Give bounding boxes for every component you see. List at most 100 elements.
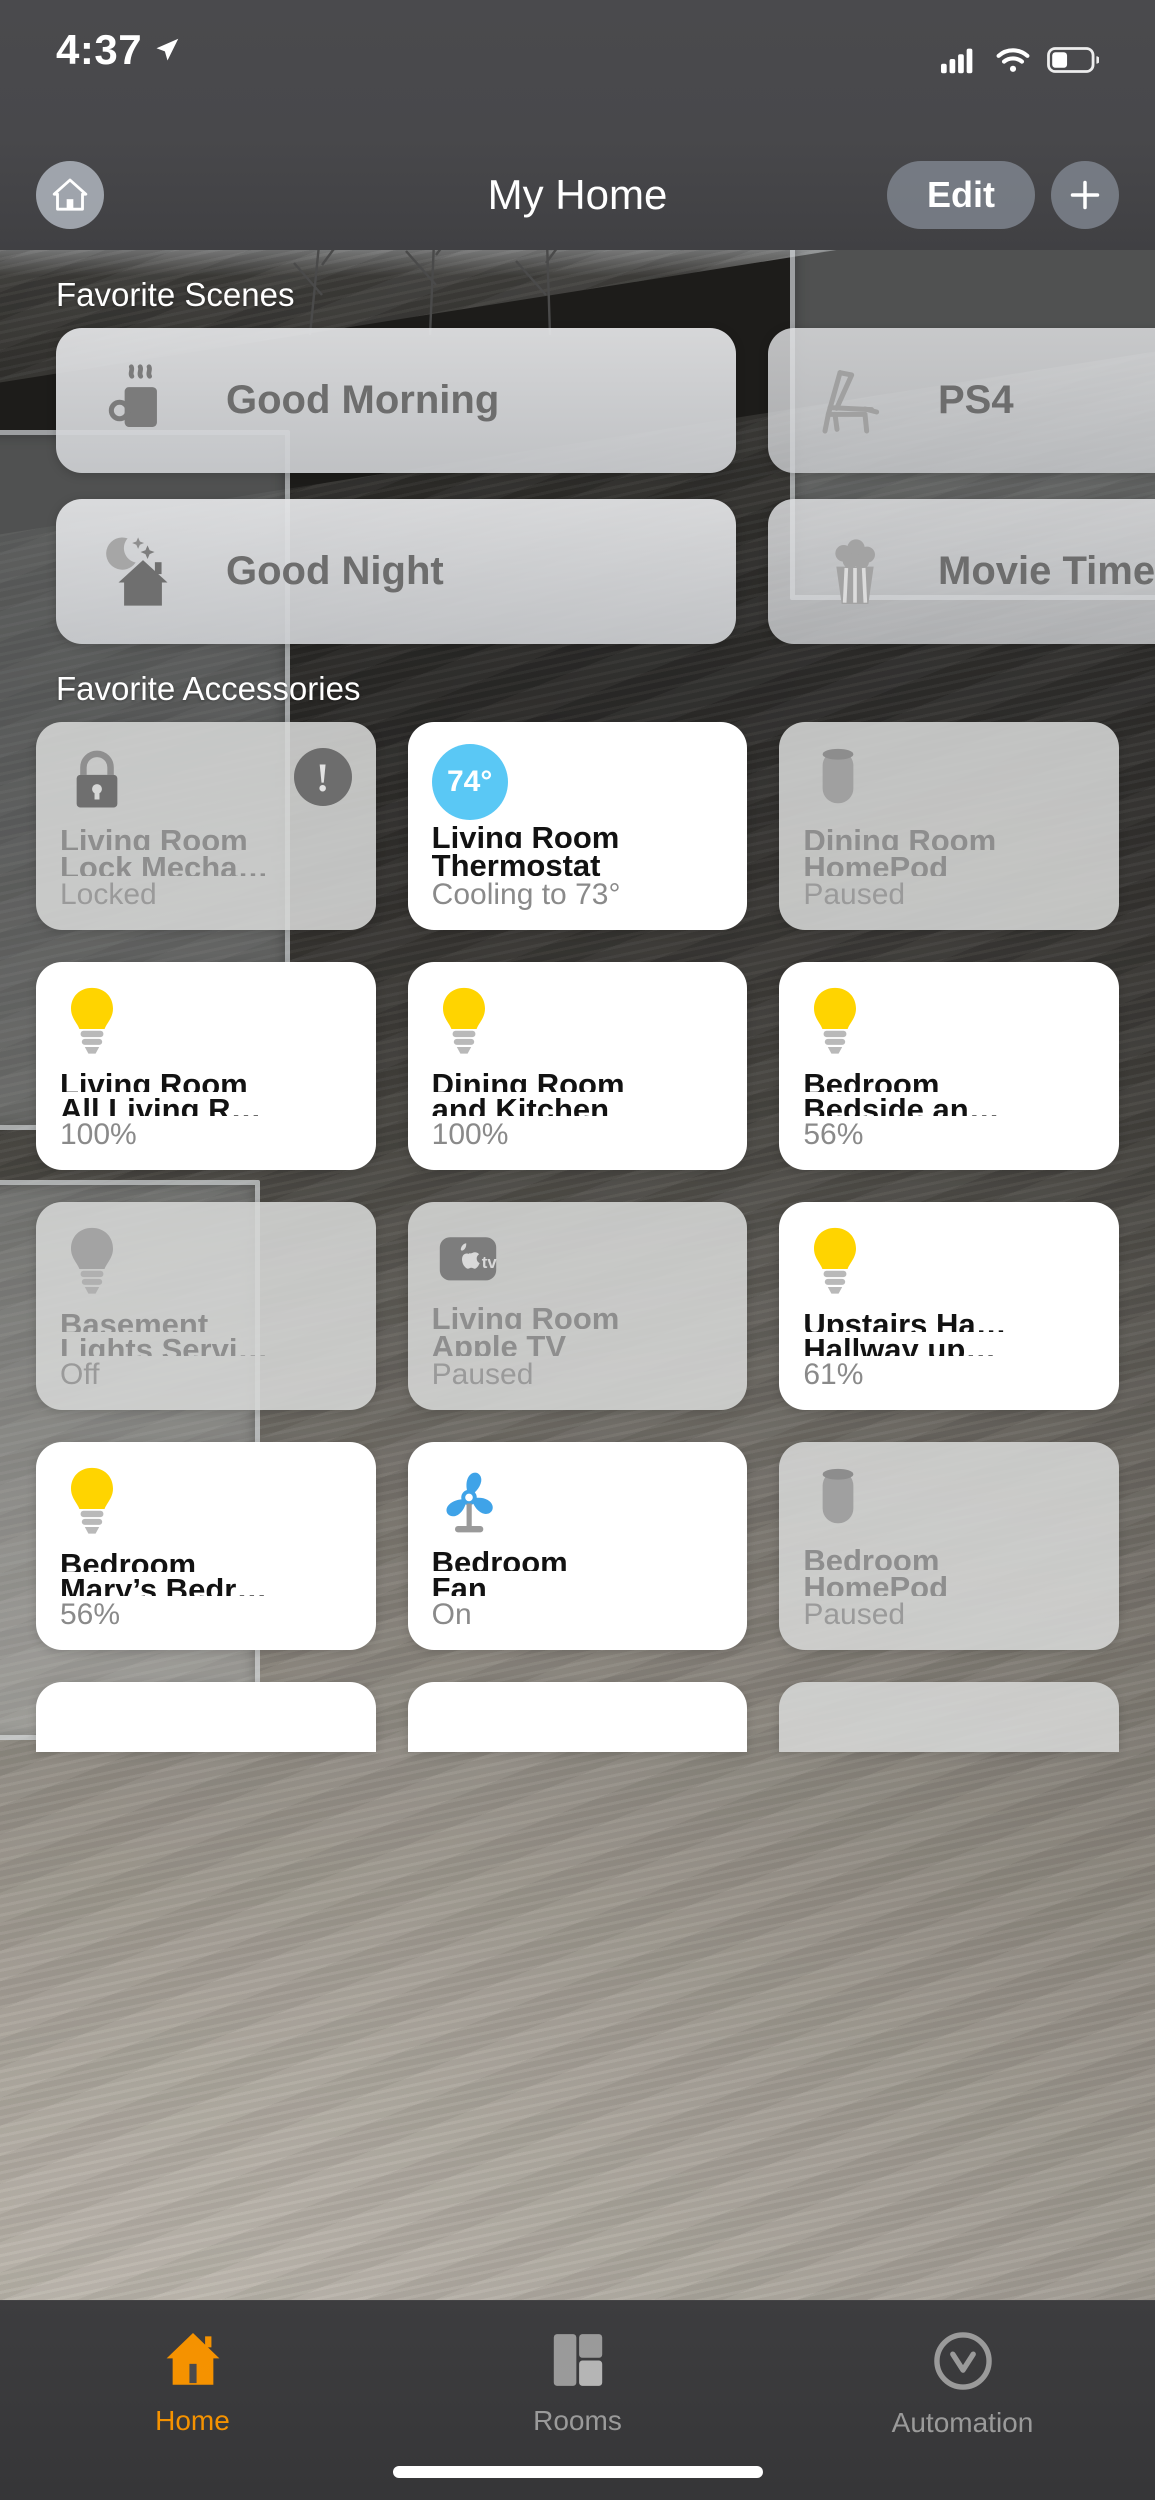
accessory-status: Off xyxy=(60,1358,100,1391)
tab-label: Automation xyxy=(891,2407,1034,2438)
accessory-card-bedroom-homepod[interactable]: Bedroom HomePod Paused xyxy=(779,1442,1119,1650)
plus-icon xyxy=(1070,180,1100,210)
accessory-card-dining-room-kitchen-lights[interactable]: Dining Room and Kitchen 100% xyxy=(407,962,748,1170)
accessory-card-basement-lights[interactable]: Basement Lights Servi… Off xyxy=(36,1202,376,1410)
tab-label: Home xyxy=(155,2405,230,2436)
accessory-name-line1: Bedroom xyxy=(803,1543,940,1570)
alert-badge: ! xyxy=(293,748,352,806)
home-app-screen: My Home Edit 4:37 Favorite Scenes Good M… xyxy=(0,0,1155,2500)
accessory-icon-area xyxy=(803,1464,1095,1543)
scene-label: Movie Time xyxy=(938,549,1155,593)
lightbulb-icon xyxy=(71,1227,113,1294)
moon-stars-house-icon xyxy=(100,529,186,615)
accessory-name-line2: Bedside an… xyxy=(803,1091,1000,1117)
accessory-status: Paused xyxy=(431,1358,534,1391)
accessory-status: 56% xyxy=(60,1598,121,1631)
accessory-card-partial-1[interactable] xyxy=(36,1682,376,1752)
accessory-name-line2: All Living R… xyxy=(60,1091,262,1117)
accessory-card-bedroom-marys-light[interactable]: Bedroom Mary’s Bedr… 56% xyxy=(36,1442,376,1650)
accessory-name-line2: Lights Servi… xyxy=(60,1331,269,1357)
homepod-icon xyxy=(822,1468,854,1524)
accessory-status: 56% xyxy=(803,1118,864,1151)
apple-tv-icon: tv xyxy=(439,1237,497,1281)
accessory-card-dining-room-homepod[interactable]: Dining Room HomePod Paused xyxy=(779,722,1119,930)
accessory-card-upstairs-hallway-lights[interactable]: Upstairs Ha… Hallway up… 61% xyxy=(779,1202,1119,1410)
accessory-card-bedroom-fan[interactable]: Bedroom Fan On xyxy=(407,1442,748,1650)
scene-tile-ps4[interactable]: PS4 xyxy=(768,328,1155,473)
accessory-status: Paused xyxy=(803,878,906,911)
accessory-icon-area xyxy=(803,984,1095,1067)
scene-tile-movie-time[interactable]: Movie Time xyxy=(768,499,1155,644)
accessory-name-line1: Living Room xyxy=(60,823,248,850)
accessory-name-line2: and Kitchen xyxy=(431,1091,610,1117)
accessory-icon-area: 74° xyxy=(431,744,724,820)
accessory-name-line2: Mary’s Bedr… xyxy=(60,1571,268,1597)
home-menu-button[interactable] xyxy=(36,161,104,229)
tab-automation[interactable]: Automation xyxy=(770,2301,1155,2500)
house-icon xyxy=(52,178,88,211)
lightbulb-icon xyxy=(442,987,485,1054)
accessory-icon-area xyxy=(60,984,352,1067)
accessory-card-living-room-all-lights[interactable]: Living Room All Living R… 100% xyxy=(36,962,376,1170)
lightbulb-icon xyxy=(71,987,113,1054)
accessory-name-line1: Living Room xyxy=(60,1067,248,1092)
accessory-icon-area xyxy=(432,984,724,1067)
accessory-name-line1: Upstairs Ha… xyxy=(803,1307,1007,1332)
accessory-status: On xyxy=(431,1598,472,1631)
accessory-card-living-room-lock[interactable]: ! Living Room Lock Mecha… Locked xyxy=(36,722,376,930)
house-filled-icon xyxy=(166,2333,219,2385)
accessory-name-line1: Dining Room xyxy=(431,1067,625,1092)
accessory-card-partial-3[interactable] xyxy=(779,1682,1119,1752)
fan-icon xyxy=(446,1472,493,1533)
temperature-badge: 74° xyxy=(431,744,508,820)
accessory-status: Paused xyxy=(803,1598,906,1631)
accessory-name-line2: Apple TV xyxy=(431,1328,566,1357)
accessory-status: Locked xyxy=(60,878,157,911)
scroll-content[interactable]: Favorite Scenes Good Morning PS4 Good Ni… xyxy=(0,250,1155,1752)
accessory-name-line2: Thermostat xyxy=(431,848,601,876)
nav-row: My Home Edit xyxy=(0,150,1155,240)
battery-icon xyxy=(1047,47,1099,73)
location-arrow-icon xyxy=(156,38,179,61)
accessory-name-line2: HomePod xyxy=(803,1569,949,1597)
status-bar: 4:37 xyxy=(0,0,1155,88)
accessory-card-bedroom-bedside-lights[interactable]: Bedroom Bedside an… 56% xyxy=(779,962,1119,1170)
scene-row-1: Good Morning PS4 xyxy=(0,328,1155,473)
accessory-card-living-room-apple-tv[interactable]: tv Living Room Apple TV Paused xyxy=(407,1202,748,1410)
favorite-scenes-heading: Favorite Scenes xyxy=(56,276,295,313)
status-left: 4:37 xyxy=(56,26,182,74)
accessory-status: 61% xyxy=(803,1358,864,1391)
scene-tile-good-morning[interactable]: Good Morning xyxy=(56,328,736,473)
accessory-card-partial-2[interactable] xyxy=(407,1682,748,1752)
accessory-grid-next-row-partial xyxy=(0,1682,1155,1752)
accessory-name-line2: HomePod xyxy=(803,849,949,877)
accessory-name-line2: Lock Mecha… xyxy=(60,849,269,877)
accessory-icon-area xyxy=(60,1224,352,1307)
accessory-grid: ! Living Room Lock Mecha… Locked 74° Liv… xyxy=(0,722,1155,1650)
edit-button[interactable]: Edit xyxy=(887,161,1035,229)
homepod-icon xyxy=(822,748,854,804)
accessory-name-line1: Basement xyxy=(60,1307,209,1332)
scene-tile-good-night[interactable]: Good Night xyxy=(56,499,736,644)
lightbulb-icon xyxy=(814,987,857,1054)
accessory-name-line1: Dining Room xyxy=(803,823,997,850)
scene-row-2: Good Night Movie Time xyxy=(0,499,1155,644)
automation-icon xyxy=(933,2332,992,2390)
svg-text:tv: tv xyxy=(481,1253,497,1272)
scene-label: Good Night xyxy=(226,549,444,593)
accessory-name-line2: Hallway up… xyxy=(803,1331,997,1357)
lightbulb-icon xyxy=(71,1467,113,1534)
wifi-icon xyxy=(996,48,1030,72)
tab-home[interactable]: Home xyxy=(0,2301,385,2500)
lounge-chair-icon xyxy=(812,358,898,444)
cellular-bars-icon xyxy=(941,48,973,74)
accessory-icon-area: tv xyxy=(432,1224,724,1301)
accessory-name-line1: Living Room xyxy=(431,1301,620,1329)
accessory-status: 100% xyxy=(431,1118,509,1151)
lock-icon xyxy=(76,750,118,808)
accessory-name-line1: Bedroom xyxy=(60,1547,197,1572)
home-indicator[interactable] xyxy=(392,2466,763,2478)
accessory-name-line2: Fan xyxy=(431,1570,487,1597)
add-button[interactable] xyxy=(1051,161,1119,229)
accessory-card-living-room-thermostat[interactable]: 74° Living Room Thermostat Cooling to 73… xyxy=(407,722,748,930)
